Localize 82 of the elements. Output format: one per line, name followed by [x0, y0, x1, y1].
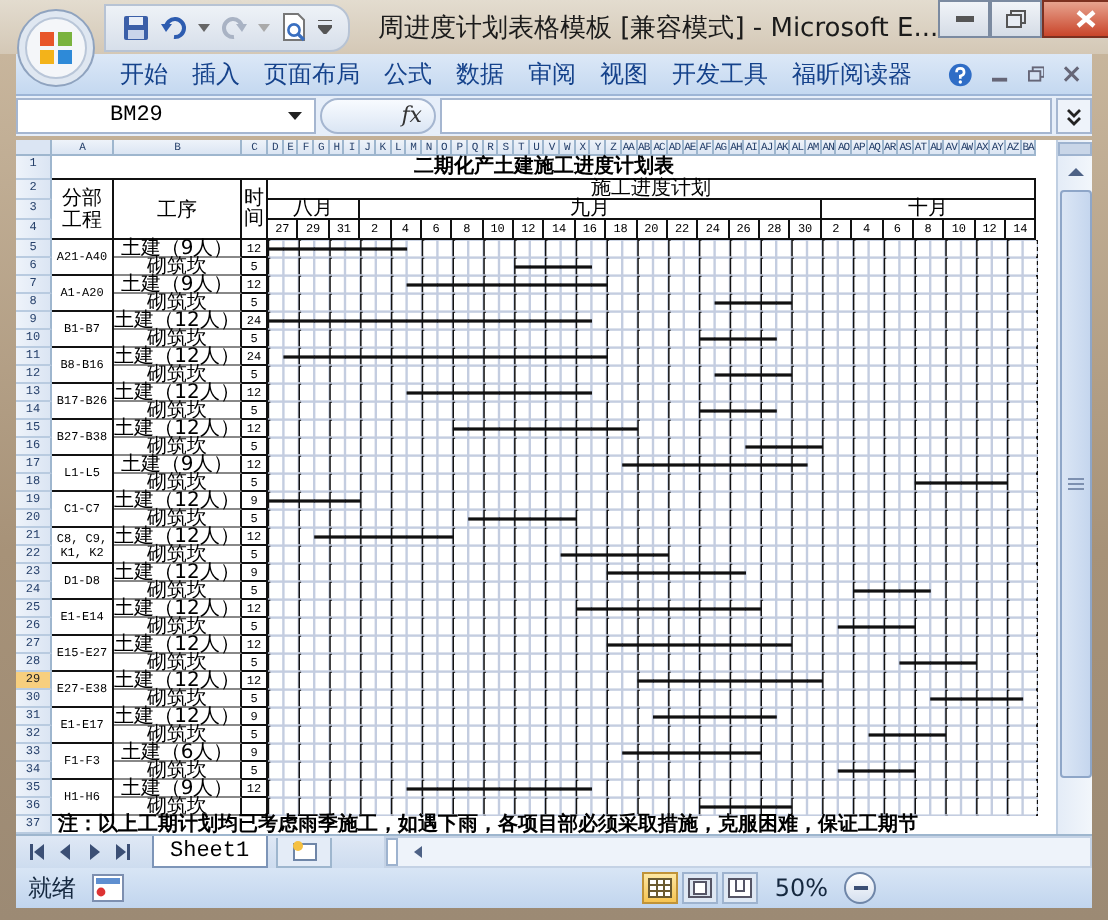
insert-sheet-button[interactable] — [275, 837, 332, 868]
table-cell: 土建（12人） — [114, 672, 242, 691]
formula-input[interactable] — [440, 98, 1052, 135]
table-cell: 土建（9人） — [114, 456, 242, 475]
close-button[interactable] — [1042, 0, 1108, 38]
ribbon-tab[interactable]: 页面布局 — [256, 57, 368, 92]
page-break-view-button[interactable] — [722, 872, 759, 905]
page-icon — [688, 878, 713, 899]
status-text: 就绪 — [28, 871, 76, 906]
month-header: 九月 — [360, 200, 822, 221]
month-header: 十月 — [821, 200, 1037, 221]
dropdown-arrow-icon[interactable] — [198, 23, 210, 32]
ribbon-tab[interactable]: 审阅 — [520, 57, 584, 92]
table-cell: 土建（12人） — [114, 348, 242, 367]
table-cell: 土建（12人） — [114, 420, 242, 439]
minimize-button[interactable] — [938, 0, 991, 38]
scrollbar-thumb[interactable] — [1059, 190, 1091, 779]
split-handle[interactable] — [385, 838, 398, 867]
table-cell: 土建（12人） — [114, 312, 242, 331]
previous-sheet-icon[interactable] — [56, 844, 76, 861]
ribbon-tab[interactable]: 开始 — [112, 57, 176, 92]
next-sheet-icon[interactable] — [84, 844, 104, 861]
expand-formula-button[interactable] — [1056, 98, 1092, 135]
table-cell: 土建（12人） — [114, 492, 242, 511]
table-cell: 土建（12人） — [114, 528, 242, 547]
page-layout-view-button[interactable] — [682, 872, 719, 905]
table-cell: 土建（12人） — [114, 600, 242, 619]
name-box[interactable]: BM29 — [16, 98, 316, 135]
close-icon — [1076, 10, 1097, 28]
table-cell: 土建（9人） — [114, 276, 242, 295]
first-sheet-icon[interactable] — [28, 844, 48, 861]
ribbon-tab[interactable]: 数据 — [448, 57, 512, 92]
note-text: 注：以上工期计划均已考虑雨季施工，如遇下雨，各项目部必须采取措施，克服困难，保证工期节 — [56, 816, 920, 835]
table-header: 时间 — [242, 180, 268, 241]
ribbon-tab[interactable]: 插入 — [184, 57, 248, 92]
dropdown-arrow-icon — [288, 112, 302, 121]
ribbon-tab[interactable]: 公式 — [376, 57, 440, 92]
table-cell: 砌筑坎 — [114, 726, 242, 745]
split-handle[interactable] — [1058, 142, 1092, 157]
table-cell: 土建（12人） — [114, 564, 242, 583]
grip-icon — [1067, 478, 1083, 491]
restore-icon — [1006, 10, 1027, 28]
table-cell: 土建（12人） — [114, 708, 242, 727]
zoom-out-button[interactable] — [844, 872, 876, 905]
grid-icon — [648, 878, 673, 899]
sheet-tab[interactable]: Sheet1 — [152, 836, 268, 869]
table-cell: 土建（12人） — [114, 384, 242, 403]
help-icon[interactable] — [948, 61, 973, 88]
new-sheet-icon — [289, 840, 318, 863]
print-preview-icon[interactable] — [280, 12, 308, 43]
table-cell: 土建（12人） — [114, 636, 242, 655]
chevron-down-icon — [1066, 107, 1082, 126]
last-sheet-icon[interactable] — [112, 844, 132, 861]
month-header: 八月 — [268, 200, 361, 221]
table-cell: 砌筑坎 — [114, 438, 242, 457]
maximize-button[interactable] — [990, 0, 1043, 38]
scroll-left-icon[interactable] — [409, 844, 426, 861]
table-cell: 砌筑坎 — [114, 762, 242, 781]
save-icon[interactable] — [122, 13, 150, 42]
window-title: 周进度计划表格模板 [兼容模式] - Microsoft E... — [378, 11, 939, 46]
restore-icon[interactable] — [1027, 66, 1045, 83]
horizontal-scrollbar[interactable] — [383, 836, 1092, 869]
ribbon-tab[interactable]: 开发工具 — [664, 57, 776, 92]
normal-view-button[interactable] — [642, 872, 679, 905]
table-cell: 土建（6人） — [114, 744, 242, 763]
zoom-level[interactable]: 50% — [774, 874, 828, 903]
ribbon-tab[interactable]: 福昕阅读器 — [784, 57, 920, 92]
table-cell: 土建（9人） — [114, 240, 242, 259]
page-break-icon — [728, 878, 753, 899]
table-cell: 土建（9人） — [114, 780, 242, 799]
close-icon[interactable] — [1064, 66, 1080, 83]
minus-icon — [853, 886, 867, 891]
undo-icon[interactable] — [160, 13, 188, 42]
insert-function-button[interactable]: fx — [320, 98, 436, 135]
table-header: 施工进度计划 — [268, 180, 1037, 201]
customize-arrow-icon[interactable] — [318, 20, 332, 35]
table-header: 分部工程 — [52, 180, 114, 241]
minimize-icon — [955, 16, 974, 22]
record-macro-icon[interactable] — [92, 874, 124, 903]
ribbon-tab[interactable]: 视图 — [592, 57, 656, 92]
table-cell: 砌筑坎 — [114, 258, 242, 277]
vertical-scrollbar[interactable] — [1056, 140, 1092, 835]
